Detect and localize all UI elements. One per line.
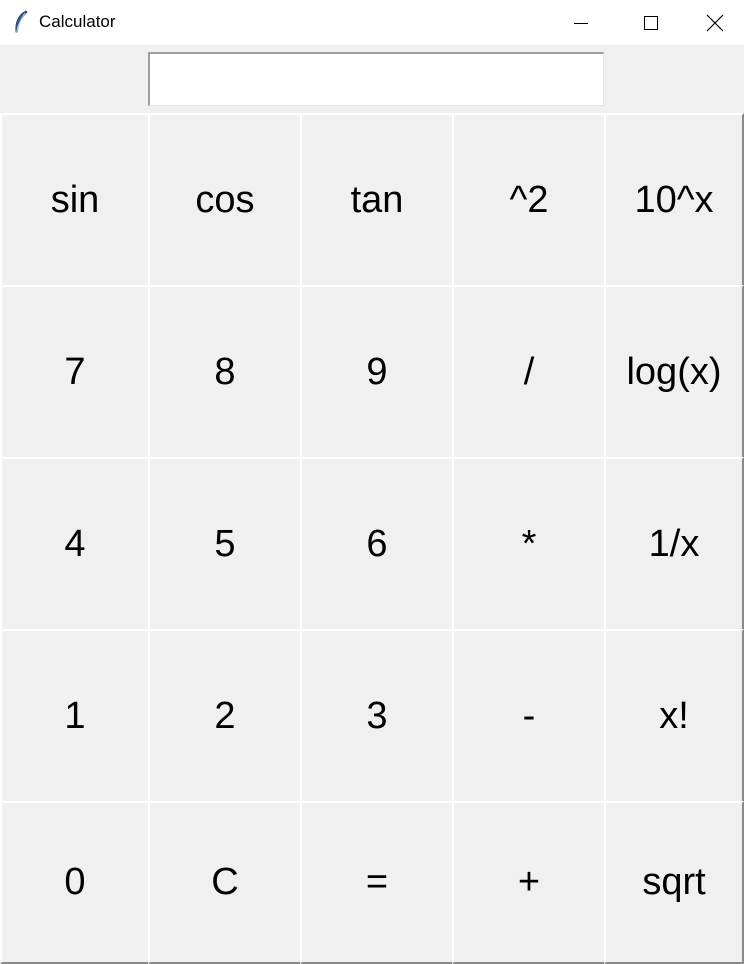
minimize-icon <box>574 22 588 24</box>
digit-6-button[interactable]: 6 <box>300 457 454 631</box>
feather-icon <box>15 10 28 33</box>
digit-5-button[interactable]: 5 <box>148 457 302 631</box>
window-title: Calculator <box>39 12 116 31</box>
digit-7-button[interactable]: 7 <box>0 285 150 459</box>
calculator-window: Calculator sin cos tan ^2 10^x 7 8 9/log(x) 4 5 6 *… <box>0 0 744 964</box>
digit-0-button[interactable]: 0 <box>0 801 150 964</box>
multiply-button[interactable]: * <box>452 457 606 631</box>
ten-power-button[interactable]: 10^x <box>604 113 744 287</box>
minimize-button[interactable] <box>546 0 616 45</box>
equals-button[interactable]: = <box>300 801 454 964</box>
digit-1-button[interactable]: 1 <box>0 629 150 803</box>
square-button[interactable]: ^2 <box>452 113 606 287</box>
subtract-button[interactable]: - <box>452 629 606 803</box>
title-bar: Calculator <box>0 0 744 45</box>
digit-9-button[interactable]: 9 <box>300 285 454 459</box>
maximize-button[interactable] <box>616 0 686 45</box>
sqrt-button[interactable]: sqrt <box>604 801 744 964</box>
digit-2-button[interactable]: 2 <box>148 629 302 803</box>
close-icon <box>706 14 724 31</box>
close-button[interactable] <box>686 0 744 45</box>
reciprocal-button[interactable]: 1/x <box>604 457 744 631</box>
keypad: sin cos tan ^2 10^x 7 8 9/log(x) 4 5 6 * 1/x 1 2 3- x! 0 C… <box>0 113 744 964</box>
log-button[interactable]: log(x) <box>604 285 744 459</box>
clear-button[interactable]: C <box>148 801 302 964</box>
divide-button[interactable]: / <box>452 285 606 459</box>
factorial-button[interactable]: x! <box>604 629 744 803</box>
add-button[interactable]: + <box>452 801 606 964</box>
digit-8-button[interactable]: 8 <box>148 285 302 459</box>
cos-button[interactable]: cos <box>148 113 302 287</box>
digit-3-button[interactable]: 3 <box>300 629 454 803</box>
sin-button[interactable]: sin <box>0 113 150 287</box>
maximize-icon <box>644 15 658 30</box>
digit-4-button[interactable]: 4 <box>0 457 150 631</box>
display-input[interactable] <box>148 52 604 106</box>
tan-button[interactable]: tan <box>300 113 454 287</box>
